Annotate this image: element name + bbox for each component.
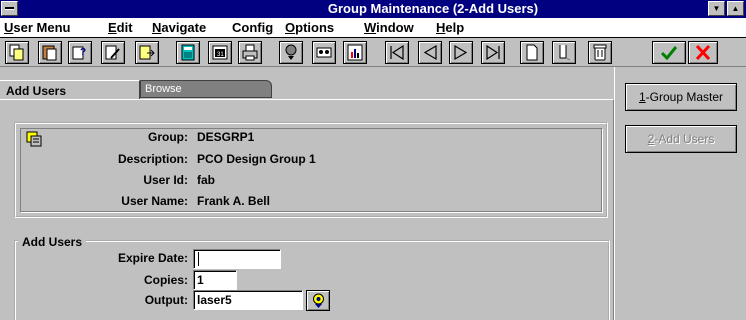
maximize-button[interactable]: ▲ — [727, 1, 744, 16]
transfer-icon[interactable] — [135, 41, 159, 64]
text-cursor — [198, 252, 199, 266]
accept-icon[interactable] — [652, 41, 686, 64]
first-record-icon[interactable] — [385, 41, 409, 64]
menu-config[interactable]: Config — [232, 20, 273, 35]
expire-date-field[interactable] — [193, 249, 281, 269]
toolbar: ? 31 — [0, 39, 746, 67]
title-bar: Group Maintenance (2-Add Users) ▼ ▲ — [0, 0, 746, 18]
description-label: Description: — [117, 152, 188, 166]
edit-query-icon[interactable] — [101, 41, 125, 64]
group-value: DESGRP1 — [197, 130, 255, 144]
svg-text:?: ? — [80, 47, 86, 58]
calendar-icon[interactable]: 31 — [208, 41, 232, 64]
chart-icon[interactable] — [343, 41, 367, 64]
query-icon[interactable]: ? — [68, 41, 92, 64]
user-name-label: User Name: — [121, 194, 188, 208]
next-record-icon[interactable] — [449, 41, 473, 64]
copies-label: Copies: — [143, 273, 188, 287]
new-record-icon[interactable] — [520, 41, 544, 64]
previous-record-icon[interactable] — [418, 41, 442, 64]
insert-record-icon[interactable] — [552, 41, 576, 64]
output-label: Output: — [144, 293, 188, 307]
delete-record-icon[interactable] — [588, 41, 612, 64]
menu-window[interactable]: Window — [364, 20, 414, 35]
add-users-button[interactable]: 2-Add Users — [625, 125, 737, 153]
last-record-icon[interactable] — [481, 41, 505, 64]
user-id-label: User Id: — [143, 173, 188, 187]
tab-add-users[interactable]: Add Users — [0, 80, 140, 100]
menu-user-menu[interactable]: User Menu — [4, 20, 70, 35]
user-id-value: fab — [197, 173, 215, 187]
main-panel: Group: DESGRP1 Description: PCO Design G… — [0, 99, 614, 320]
cassette-icon[interactable] — [312, 41, 336, 64]
expire-date-label: Expire Date: — [117, 251, 188, 265]
tab-browse[interactable]: Browse — [140, 80, 272, 98]
output-field[interactable]: laser5 — [193, 290, 303, 310]
minimize-button[interactable]: ▼ — [708, 1, 725, 16]
window-title: Group Maintenance (2-Add Users) — [327, 1, 539, 16]
group-icon — [26, 131, 42, 147]
print-icon[interactable] — [238, 41, 262, 64]
paste-icon[interactable] — [38, 41, 62, 64]
side-panel: 1-Group Master 2-Add Users — [614, 67, 746, 320]
lookup-icon[interactable] — [279, 41, 303, 64]
description-value: PCO Design Group 1 — [197, 152, 316, 166]
copy-icon[interactable] — [5, 41, 29, 64]
group-master-button[interactable]: 1-Group Master — [625, 83, 737, 111]
menu-bar: User Menu Edit Navigate Config Options W… — [0, 18, 746, 38]
lookup-icon — [313, 293, 324, 308]
menu-options[interactable]: Options — [285, 20, 334, 35]
calculator-icon[interactable] — [176, 41, 200, 64]
output-lookup-button[interactable] — [306, 290, 330, 311]
add-users-legend: Add Users — [18, 235, 87, 249]
menu-navigate[interactable]: Navigate — [152, 20, 206, 35]
group-label: Group: — [148, 130, 188, 144]
menu-edit[interactable]: Edit — [108, 20, 133, 35]
user-name-value: Frank A. Bell — [197, 194, 270, 208]
svg-text:31: 31 — [217, 52, 224, 58]
copies-field[interactable]: 1 — [193, 270, 237, 290]
menu-help[interactable]: Help — [436, 20, 464, 35]
cancel-icon[interactable] — [688, 41, 718, 64]
